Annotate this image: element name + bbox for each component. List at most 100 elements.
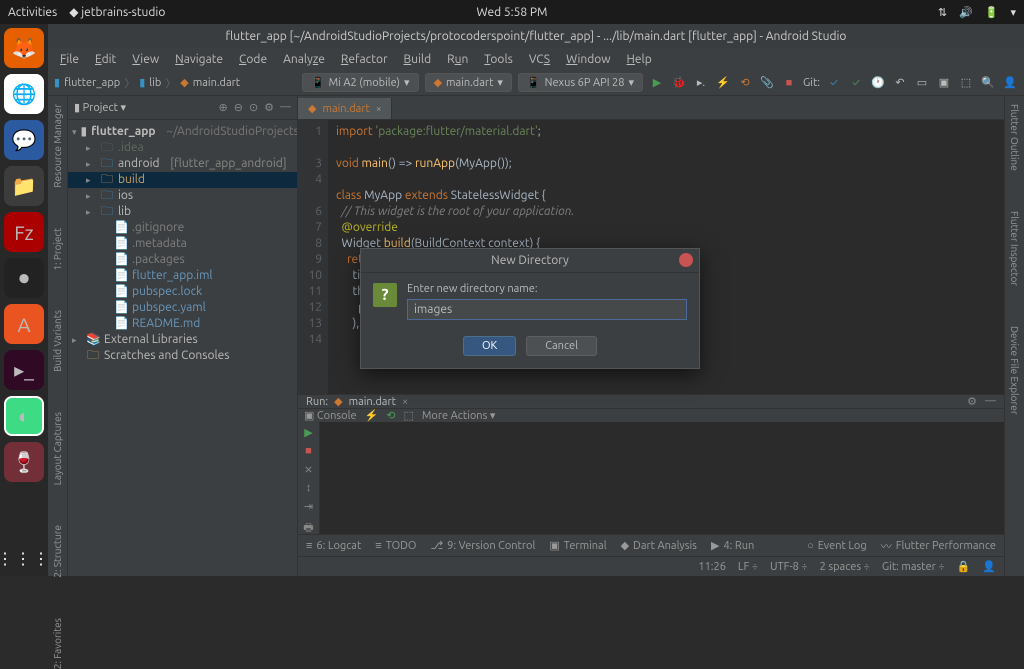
tool-build-variants[interactable]: Build Variants <box>52 310 63 372</box>
close-tab-icon[interactable]: × <box>376 103 382 114</box>
launcher-app[interactable]: 💬 <box>4 120 44 160</box>
avd-selector[interactable]: 📱 Nexus 6P API 28 ▾ <box>518 73 643 92</box>
status-encoding[interactable]: UTF-8 ÷ <box>770 561 808 573</box>
status-line-sep[interactable]: LF ÷ <box>738 561 758 573</box>
volume-icon[interactable]: 🔊 <box>959 6 973 19</box>
console-output[interactable] <box>320 422 1004 538</box>
dialog-close-button[interactable] <box>679 253 693 267</box>
tree-build[interactable]: ▸🗀build <box>68 172 297 188</box>
menu-run[interactable]: Run <box>441 51 474 68</box>
settings-icon[interactable]: ⬚ <box>958 75 974 91</box>
vcs-revert-icon[interactable]: ↶ <box>892 75 908 91</box>
hot-restart-icon[interactable]: ⟲ <box>386 409 395 422</box>
activities-button[interactable]: Activities <box>8 6 57 19</box>
search-everywhere-icon[interactable]: 🔍 <box>980 75 996 91</box>
vcs-history-icon[interactable]: 🕐 <box>870 75 886 91</box>
breadcrumb[interactable]: ▮flutter_app〉 ▮lib〉 ◆main.dart <box>54 75 240 91</box>
menu-tools[interactable]: Tools <box>478 51 519 68</box>
project-locate-icon[interactable]: ⊙ <box>249 101 258 114</box>
ok-button[interactable]: OK <box>463 336 516 356</box>
tree-gitignore[interactable]: 📄.gitignore <box>68 220 297 236</box>
vcs-commit-icon[interactable]: ✓ <box>848 75 864 91</box>
clock[interactable]: Wed 5:58 PM <box>477 6 548 19</box>
tool-todo[interactable]: ≡ TODO <box>375 540 416 552</box>
run-config-name[interactable]: main.dart <box>349 396 396 408</box>
tree-android[interactable]: ▸🗀android [flutter_app_android] <box>68 156 297 172</box>
tree-metadata[interactable]: 📄.metadata <box>68 236 297 252</box>
rerun-icon[interactable]: ▶ <box>304 426 312 439</box>
project-settings-icon[interactable]: ⚙ <box>264 101 274 114</box>
menu-code[interactable]: Code <box>233 51 273 68</box>
tool-flutter-inspector[interactable]: Flutter Inspector <box>1009 211 1020 286</box>
vcs-update-icon[interactable]: ✓ <box>826 75 842 91</box>
launcher-firefox[interactable]: 🦊 <box>4 28 44 68</box>
menu-vcs[interactable]: VCS <box>523 51 556 68</box>
directory-name-input[interactable] <box>407 299 687 320</box>
battery-icon[interactable]: 🔋 <box>985 6 999 19</box>
menu-window[interactable]: Window <box>560 51 616 68</box>
sdk-manager-icon[interactable]: ▣ <box>936 75 952 91</box>
debug-button[interactable]: 🐞 <box>671 75 687 91</box>
menu-navigate[interactable]: Navigate <box>169 51 229 68</box>
up-icon[interactable]: ↕ <box>306 482 312 494</box>
cancel-button[interactable]: Cancel <box>526 336 597 356</box>
tool-favorites[interactable]: 2: Favorites <box>52 618 63 669</box>
tree-lib[interactable]: ▸🗀lib <box>68 204 297 220</box>
hot-reload-icon[interactable]: ⚡ <box>365 409 379 422</box>
menu-help[interactable]: Help <box>621 51 658 68</box>
network-icon[interactable]: ⇅ <box>938 6 947 19</box>
launcher-files[interactable]: 📁 <box>4 166 44 206</box>
tool-logcat[interactable]: ≡ 6: Logcat <box>306 540 361 552</box>
tree-pubspec-yaml[interactable]: 📄pubspec.yaml <box>68 300 297 316</box>
tree-scratches[interactable]: 🗀Scratches and Consoles <box>68 348 297 364</box>
stop-run-icon[interactable]: ■ <box>305 445 312 457</box>
menu-analyze[interactable]: Analyze <box>277 51 331 68</box>
menu-edit[interactable]: Edit <box>89 51 122 68</box>
tree-iml[interactable]: 📄flutter_app.iml <box>68 268 297 284</box>
app-indicator[interactable]: ◆ jetbrains-studio <box>69 5 165 19</box>
tool-layout-captures[interactable]: Layout Captures <box>52 412 63 485</box>
run-settings-icon[interactable]: ⚙ <box>967 395 977 408</box>
device-selector[interactable]: 📱 Mi A2 (mobile) ▾ <box>302 73 419 92</box>
run-config-selector[interactable]: ◆ main.dart ▾ <box>425 73 512 92</box>
menu-view[interactable]: View <box>126 51 165 68</box>
power-icon[interactable]: ▾ <box>1010 6 1016 19</box>
hot-reload-button[interactable]: ⚡ <box>715 75 731 91</box>
tree-ios[interactable]: ▸🗀ios <box>68 188 297 204</box>
tree-packages[interactable]: 📄.packages <box>68 252 297 268</box>
launcher-wine[interactable]: 🍷 <box>4 442 44 482</box>
run-hide-icon[interactable]: — <box>985 395 996 408</box>
run-button[interactable]: ▶ <box>649 75 665 91</box>
tree-pubspec-lock[interactable]: 📄pubspec.lock <box>68 284 297 300</box>
tree-idea[interactable]: ▸🗀.idea <box>68 140 297 156</box>
status-indent[interactable]: 2 spaces ÷ <box>820 561 870 573</box>
attach-button[interactable]: 📎 <box>759 75 775 91</box>
console-tab[interactable]: ▣ Console <box>304 409 357 422</box>
exit-icon[interactable]: ⨯ <box>304 463 313 476</box>
launcher-apps-grid[interactable]: ⋮⋮⋮ <box>0 549 51 568</box>
launcher-software[interactable]: A <box>4 304 44 344</box>
launcher-obs[interactable]: ⏺ <box>4 258 44 298</box>
tool-project[interactable]: 1: Project <box>52 228 63 271</box>
tree-root[interactable]: ▾▮flutter_app ~/AndroidStudioProjects/p <box>68 124 297 140</box>
menu-refactor[interactable]: Refactor <box>335 51 394 68</box>
tree-readme[interactable]: 📄README.md <box>68 316 297 332</box>
tree-external-libraries[interactable]: ▸📚External Libraries <box>68 332 297 348</box>
hot-restart-button[interactable]: ⟲ <box>737 75 753 91</box>
tool-resource-manager[interactable]: Resource Manager <box>52 104 63 188</box>
tool-run[interactable]: ▶ 4: Run <box>711 539 754 552</box>
tool-device-file-explorer[interactable]: Device File Explorer <box>1009 326 1020 415</box>
tool-flutter-outline[interactable]: Flutter Outline <box>1009 104 1020 171</box>
project-expand-icon[interactable]: ⊕ <box>219 101 228 114</box>
status-git-branch[interactable]: Git: master ÷ <box>882 561 945 573</box>
status-position[interactable]: 11:26 <box>698 561 726 573</box>
project-collapse-icon[interactable]: ⊖ <box>234 101 243 114</box>
tool-dart-analysis[interactable]: ◆ Dart Analysis <box>621 539 697 552</box>
stop-button[interactable]: ■ <box>781 75 797 91</box>
tool-terminal[interactable]: ▣ Terminal <box>549 539 606 552</box>
menu-build[interactable]: Build <box>398 51 438 68</box>
open-devtools-icon[interactable]: ⬚ <box>403 409 413 422</box>
tool-event-log[interactable]: ○ Event Log <box>807 540 867 552</box>
status-memory-icon[interactable]: 👤 <box>982 560 996 573</box>
wrap-icon[interactable]: ⇥ <box>304 500 313 513</box>
